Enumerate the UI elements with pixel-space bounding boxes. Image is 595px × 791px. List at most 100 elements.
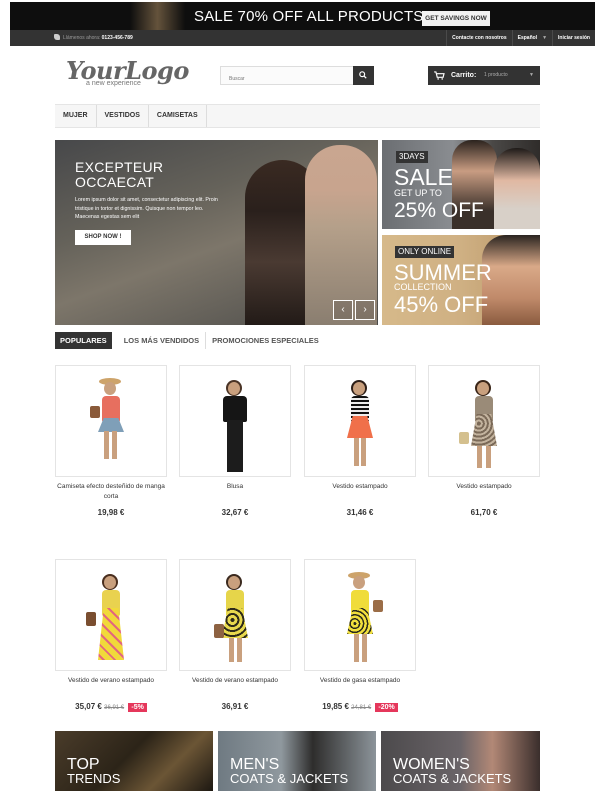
model-dress bbox=[98, 608, 124, 660]
search-input[interactable] bbox=[221, 70, 351, 88]
product-name[interactable]: Vestido estampado bbox=[428, 482, 540, 492]
summer-tag: ONLY ONLINE bbox=[395, 246, 455, 258]
product-price-row: 36,91 € bbox=[179, 702, 291, 711]
tab-promociones[interactable]: PROMOCIONES ESPECIALES bbox=[206, 332, 325, 349]
cart-count: 1 producto bbox=[484, 72, 508, 78]
search-button[interactable] bbox=[353, 66, 374, 85]
hero-slider[interactable]: EXCEPTEUR OCCAECAT Lorem ipsum dolor sit… bbox=[55, 140, 378, 325]
product-name[interactable]: Camiseta efecto desteñido de manga corta bbox=[55, 482, 167, 502]
sale-value: 25% OFF bbox=[394, 199, 484, 222]
model-leg bbox=[354, 438, 359, 466]
product-image[interactable] bbox=[179, 365, 291, 477]
summer-banner[interactable]: ONLY ONLINE SUMMER COLLECTION 45% OFF bbox=[382, 235, 540, 325]
model-leg bbox=[229, 638, 234, 662]
cart-icon bbox=[434, 71, 445, 80]
chevron-right-icon[interactable]: › bbox=[355, 300, 375, 320]
main-menu: MUJER VESTIDOS CAMISETAS bbox=[55, 104, 540, 128]
model-leg bbox=[104, 431, 109, 459]
product-price-row: 61,70 € bbox=[428, 508, 540, 517]
model-leg bbox=[486, 446, 491, 468]
category-title: TOP bbox=[67, 756, 100, 773]
model-pants bbox=[227, 420, 243, 472]
product-image[interactable] bbox=[304, 559, 416, 671]
chevron-down-icon: ▼ bbox=[529, 72, 534, 78]
sale-banner[interactable]: 3DAYS SALE GET UP TO 25% OFF bbox=[382, 140, 540, 229]
model-leg bbox=[361, 438, 366, 466]
model-leg bbox=[112, 431, 117, 459]
cart-label: Carrito: bbox=[451, 72, 477, 79]
category-title: WOMEN'S bbox=[393, 756, 470, 773]
get-savings-button[interactable]: GET SAVINGS NOW bbox=[422, 11, 490, 26]
product-image[interactable] bbox=[55, 559, 167, 671]
slider-model-man bbox=[305, 145, 377, 325]
model-bag bbox=[86, 612, 96, 626]
category-banner-top-trends[interactable]: TOP TRENDS bbox=[55, 731, 213, 791]
product-price-row: 32,67 € bbox=[179, 508, 291, 517]
slider-text: Lorem ipsum dolor sit amet, consectetur … bbox=[75, 197, 218, 220]
tab-populares[interactable]: POPULARES bbox=[55, 332, 112, 349]
model-bag bbox=[459, 432, 469, 444]
product-old-price: 36,91 € bbox=[104, 705, 125, 711]
menu-item-vestidos[interactable]: VESTIDOS bbox=[97, 105, 149, 127]
model-head bbox=[104, 382, 116, 395]
product-price-row: 35,07 € 36,91 € -5% bbox=[55, 702, 167, 712]
summer-title: SUMMER bbox=[394, 260, 492, 285]
top-nav-bar: Llámenos ahora: 0123-456-789 Contacte co… bbox=[10, 30, 595, 46]
model-bag bbox=[214, 624, 224, 638]
product-price: 35,07 € bbox=[75, 702, 102, 711]
product-image[interactable] bbox=[179, 559, 291, 671]
shop-now-button[interactable]: SHOP NOW ! bbox=[75, 230, 131, 245]
contact-link[interactable]: Contacte con nosotros bbox=[446, 30, 511, 46]
discount-badge: -20% bbox=[375, 703, 398, 712]
model-bag bbox=[373, 600, 383, 612]
search-icon bbox=[359, 71, 367, 79]
product-image[interactable] bbox=[428, 365, 540, 477]
product-price: 19,85 € bbox=[322, 702, 349, 711]
product-old-price: 24,81 € bbox=[351, 705, 372, 711]
cart-button[interactable]: Carrito: 1 producto ▼ bbox=[428, 66, 540, 85]
product-price-row: 19,98 € bbox=[55, 508, 167, 517]
product-price: 61,70 € bbox=[470, 508, 498, 517]
menu-item-mujer[interactable]: MUJER bbox=[55, 105, 97, 127]
model-leg bbox=[477, 446, 482, 468]
product-price-row: 31,46 € bbox=[304, 508, 416, 517]
slider-title-line1: EXCEPTEUR bbox=[75, 159, 164, 175]
product-tabs: POPULARES LOS MÁS VENDIDOS PROMOCIONES E… bbox=[55, 332, 325, 349]
phone-info: Llámenos ahora: 0123-456-789 bbox=[54, 34, 133, 41]
logo-tagline: a new experience bbox=[86, 80, 141, 87]
category-banner-womens[interactable]: WOMEN'S COATS & JACKETS bbox=[381, 731, 540, 791]
model-head bbox=[477, 382, 489, 395]
phone-icon bbox=[54, 34, 60, 40]
model-head bbox=[104, 576, 116, 589]
chevron-left-icon[interactable]: ‹ bbox=[333, 300, 353, 320]
phone-label: Llámenos ahora: bbox=[63, 35, 102, 41]
banner-model-woman bbox=[494, 148, 540, 229]
category-subtitle: TRENDS bbox=[67, 771, 121, 786]
category-banner-mens[interactable]: MEN'S COATS & JACKETS bbox=[218, 731, 376, 791]
login-link[interactable]: Iniciar sesión bbox=[552, 30, 595, 46]
product-name[interactable]: Vestido de gasa estampado bbox=[304, 676, 416, 686]
product-price-row: 19,85 € 24,81 € -20% bbox=[304, 702, 416, 712]
promo-model-image bbox=[130, 2, 185, 30]
chevron-down-icon: ▼ bbox=[542, 35, 548, 41]
slider-nav: ‹ › bbox=[333, 300, 377, 320]
promo-banner[interactable]: SALE 70% OFF ALL PRODUCTS GET SAVINGS NO… bbox=[10, 2, 595, 30]
language-selector[interactable]: Español ▼ bbox=[511, 30, 552, 46]
product-name[interactable]: Vestido estampado bbox=[304, 482, 416, 492]
product-name[interactable]: Vestido de verano estampado bbox=[179, 676, 291, 686]
model-bag bbox=[90, 406, 100, 418]
tab-mas-vendidos[interactable]: LOS MÁS VENDIDOS bbox=[118, 332, 207, 349]
discount-badge: -5% bbox=[128, 703, 147, 712]
menu-item-camisetas[interactable]: CAMISETAS bbox=[149, 105, 207, 127]
product-name[interactable]: Blusa bbox=[179, 482, 291, 492]
product-image[interactable] bbox=[304, 365, 416, 477]
search-box bbox=[220, 66, 374, 88]
product-price: 36,91 € bbox=[221, 702, 249, 711]
product-name[interactable]: Vestido de verano estampado bbox=[55, 676, 167, 686]
model-leg bbox=[354, 634, 359, 662]
product-image[interactable] bbox=[55, 365, 167, 477]
sale-tag: 3DAYS bbox=[396, 151, 428, 163]
category-subtitle: COATS & JACKETS bbox=[393, 771, 512, 786]
summer-sub: COLLECTION bbox=[394, 282, 452, 292]
promo-text: SALE 70% OFF ALL PRODUCTS bbox=[194, 8, 424, 25]
